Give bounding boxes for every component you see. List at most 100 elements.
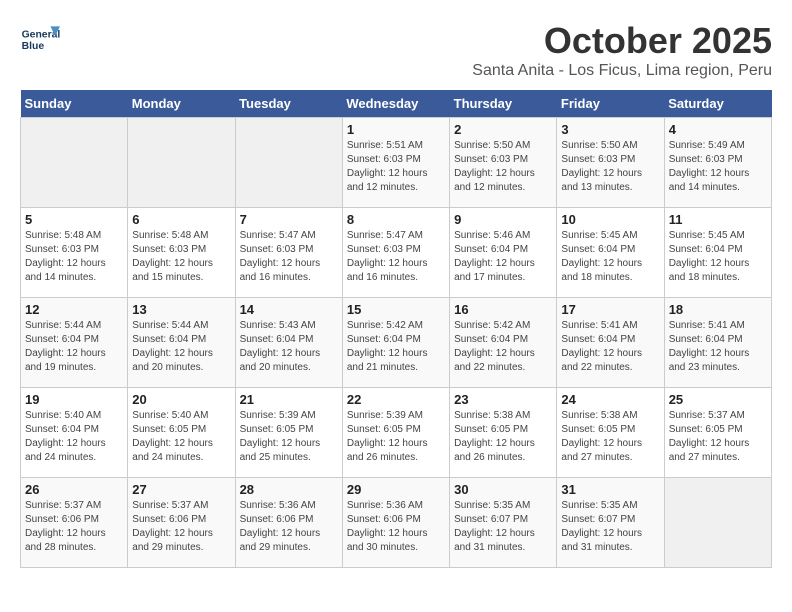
day-info: Sunrise: 5:38 AM Sunset: 6:05 PM Dayligh… (561, 409, 659, 465)
month-title: October 2025 (472, 20, 772, 62)
calendar-cell: 21Sunrise: 5:39 AM Sunset: 6:05 PM Dayli… (235, 388, 342, 478)
logo: General Blue (20, 20, 64, 60)
calendar-cell: 26 Sunrise: 5:37 AM Sunset: 6:06 PM Dayli… (21, 478, 128, 568)
day-info: Sunrise: 5:47 AM Sunset: 6:03 PM Dayligh… (347, 229, 445, 285)
day-number: 8 (347, 212, 445, 227)
day-number: 9 (454, 212, 552, 227)
weekday-header-thursday: Thursday (450, 90, 557, 118)
day-info: Sunrise: 5:40 AM Sunset: 6:04 PM Dayligh… (25, 409, 123, 465)
day-info: Sunrise: 5:51 AM Sunset: 6:03 PM Dayligh… (347, 139, 445, 195)
calendar-cell: 29 Sunrise: 5:36 AM Sunset: 6:06 PM Dayli… (342, 478, 449, 568)
day-info: Sunrise: 5:37 AM Sunset: 6:06 PM Dayligh… (25, 499, 123, 555)
calendar-cell (128, 118, 235, 208)
calendar-cell (235, 118, 342, 208)
day-info: Sunrise: 5:42 AM Sunset: 6:04 PM Dayligh… (347, 319, 445, 375)
calendar-cell: 13 Sunrise: 5:44 AM Sunset: 6:04 PM Dayli… (128, 298, 235, 388)
day-number: 10 (561, 212, 659, 227)
day-info: Sunrise: 5:41 AM Sunset: 6:04 PM Dayligh… (561, 319, 659, 375)
calendar-cell: 25Sunrise: 5:37 AM Sunset: 6:05 PM Dayli… (664, 388, 771, 478)
week-row-5: 26 Sunrise: 5:37 AM Sunset: 6:06 PM Dayli… (21, 478, 772, 568)
day-number: 30 (454, 482, 552, 497)
day-info: Sunrise: 5:49 AM Sunset: 6:03 PM Dayligh… (669, 139, 767, 195)
day-info: Sunrise: 5:48 AM Sunset: 6:03 PM Dayligh… (132, 229, 230, 285)
day-number: 19 (25, 392, 123, 407)
calendar-cell: 6 Sunrise: 5:48 AM Sunset: 6:03 PM Daylig… (128, 208, 235, 298)
weekday-header-friday: Friday (557, 90, 664, 118)
calendar-cell: 10 Sunrise: 5:45 AM Sunset: 6:04 PM Dayli… (557, 208, 664, 298)
weekday-header-wednesday: Wednesday (342, 90, 449, 118)
calendar-cell: 2 Sunrise: 5:50 AM Sunset: 6:03 PM Daylig… (450, 118, 557, 208)
day-number: 29 (347, 482, 445, 497)
day-info: Sunrise: 5:41 AM Sunset: 6:04 PM Dayligh… (669, 319, 767, 375)
calendar-cell (21, 118, 128, 208)
day-number: 31 (561, 482, 659, 497)
day-info: Sunrise: 5:39 AM Sunset: 6:05 PM Dayligh… (347, 409, 445, 465)
day-info: Sunrise: 5:47 AM Sunset: 6:03 PM Dayligh… (240, 229, 338, 285)
calendar-cell: 18 Sunrise: 5:41 AM Sunset: 6:04 PM Dayli… (664, 298, 771, 388)
calendar-cell: 24Sunrise: 5:38 AM Sunset: 6:05 PM Dayli… (557, 388, 664, 478)
day-info: Sunrise: 5:45 AM Sunset: 6:04 PM Dayligh… (669, 229, 767, 285)
day-number: 11 (669, 212, 767, 227)
calendar-cell: 9Sunrise: 5:46 AM Sunset: 6:04 PM Daylig… (450, 208, 557, 298)
calendar-cell: 16Sunrise: 5:42 AM Sunset: 6:04 PM Dayli… (450, 298, 557, 388)
weekday-header-sunday: Sunday (21, 90, 128, 118)
day-number: 6 (132, 212, 230, 227)
day-info: Sunrise: 5:44 AM Sunset: 6:04 PM Dayligh… (132, 319, 230, 375)
day-number: 3 (561, 122, 659, 137)
day-number: 5 (25, 212, 123, 227)
day-info: Sunrise: 5:38 AM Sunset: 6:05 PM Dayligh… (454, 409, 552, 465)
day-number: 17 (561, 302, 659, 317)
calendar-cell: 19 Sunrise: 5:40 AM Sunset: 6:04 PM Dayli… (21, 388, 128, 478)
calendar-cell: 5 Sunrise: 5:48 AM Sunset: 6:03 PM Daylig… (21, 208, 128, 298)
weekday-header-row: SundayMondayTuesdayWednesdayThursdayFrid… (21, 90, 772, 118)
day-info: Sunrise: 5:43 AM Sunset: 6:04 PM Dayligh… (240, 319, 338, 375)
week-row-2: 5 Sunrise: 5:48 AM Sunset: 6:03 PM Daylig… (21, 208, 772, 298)
day-number: 1 (347, 122, 445, 137)
day-info: Sunrise: 5:36 AM Sunset: 6:06 PM Dayligh… (240, 499, 338, 555)
day-number: 18 (669, 302, 767, 317)
calendar-cell: 28 Sunrise: 5:36 AM Sunset: 6:06 PM Dayli… (235, 478, 342, 568)
calendar-cell: 3Sunrise: 5:50 AM Sunset: 6:03 PM Daylig… (557, 118, 664, 208)
day-info: Sunrise: 5:50 AM Sunset: 6:03 PM Dayligh… (454, 139, 552, 195)
location: Santa Anita - Los Ficus, Lima region, Pe… (472, 62, 772, 80)
calendar-cell: 7Sunrise: 5:47 AM Sunset: 6:03 PM Daylig… (235, 208, 342, 298)
calendar-cell: 20Sunrise: 5:40 AM Sunset: 6:05 PM Dayli… (128, 388, 235, 478)
calendar-cell: 23 Sunrise: 5:38 AM Sunset: 6:05 PM Dayli… (450, 388, 557, 478)
day-number: 13 (132, 302, 230, 317)
day-info: Sunrise: 5:36 AM Sunset: 6:06 PM Dayligh… (347, 499, 445, 555)
calendar-cell: 30 Sunrise: 5:35 AM Sunset: 6:07 PM Dayli… (450, 478, 557, 568)
day-info: Sunrise: 5:48 AM Sunset: 6:03 PM Dayligh… (25, 229, 123, 285)
day-number: 26 (25, 482, 123, 497)
day-info: Sunrise: 5:40 AM Sunset: 6:05 PM Dayligh… (132, 409, 230, 465)
weekday-header-monday: Monday (128, 90, 235, 118)
calendar-cell: 31 Sunrise: 5:35 AM Sunset: 6:07 PM Dayli… (557, 478, 664, 568)
svg-text:Blue: Blue (22, 41, 45, 52)
day-number: 28 (240, 482, 338, 497)
calendar-cell: 4Sunrise: 5:49 AM Sunset: 6:03 PM Daylig… (664, 118, 771, 208)
calendar-cell: 17 Sunrise: 5:41 AM Sunset: 6:04 PM Dayli… (557, 298, 664, 388)
weekday-header-saturday: Saturday (664, 90, 771, 118)
week-row-3: 12Sunrise: 5:44 AM Sunset: 6:04 PM Dayli… (21, 298, 772, 388)
day-number: 15 (347, 302, 445, 317)
calendar-cell: 15 Sunrise: 5:42 AM Sunset: 6:04 PM Dayli… (342, 298, 449, 388)
day-number: 14 (240, 302, 338, 317)
day-number: 22 (347, 392, 445, 407)
calendar-cell (664, 478, 771, 568)
calendar-cell: 27Sunrise: 5:37 AM Sunset: 6:06 PM Dayli… (128, 478, 235, 568)
calendar-cell: 12Sunrise: 5:44 AM Sunset: 6:04 PM Dayli… (21, 298, 128, 388)
day-number: 2 (454, 122, 552, 137)
title-block: October 2025 Santa Anita - Los Ficus, Li… (472, 20, 772, 80)
calendar-cell: 8 Sunrise: 5:47 AM Sunset: 6:03 PM Daylig… (342, 208, 449, 298)
day-number: 21 (240, 392, 338, 407)
day-number: 23 (454, 392, 552, 407)
day-info: Sunrise: 5:35 AM Sunset: 6:07 PM Dayligh… (561, 499, 659, 555)
page-header: General Blue October 2025 Santa Anita - … (20, 20, 772, 80)
calendar-table: SundayMondayTuesdayWednesdayThursdayFrid… (20, 90, 772, 568)
day-info: Sunrise: 5:45 AM Sunset: 6:04 PM Dayligh… (561, 229, 659, 285)
week-row-1: 1 Sunrise: 5:51 AM Sunset: 6:03 PM Daylig… (21, 118, 772, 208)
calendar-cell: 22 Sunrise: 5:39 AM Sunset: 6:05 PM Dayli… (342, 388, 449, 478)
day-info: Sunrise: 5:44 AM Sunset: 6:04 PM Dayligh… (25, 319, 123, 375)
calendar-cell: 1 Sunrise: 5:51 AM Sunset: 6:03 PM Daylig… (342, 118, 449, 208)
weekday-header-tuesday: Tuesday (235, 90, 342, 118)
day-info: Sunrise: 5:35 AM Sunset: 6:07 PM Dayligh… (454, 499, 552, 555)
